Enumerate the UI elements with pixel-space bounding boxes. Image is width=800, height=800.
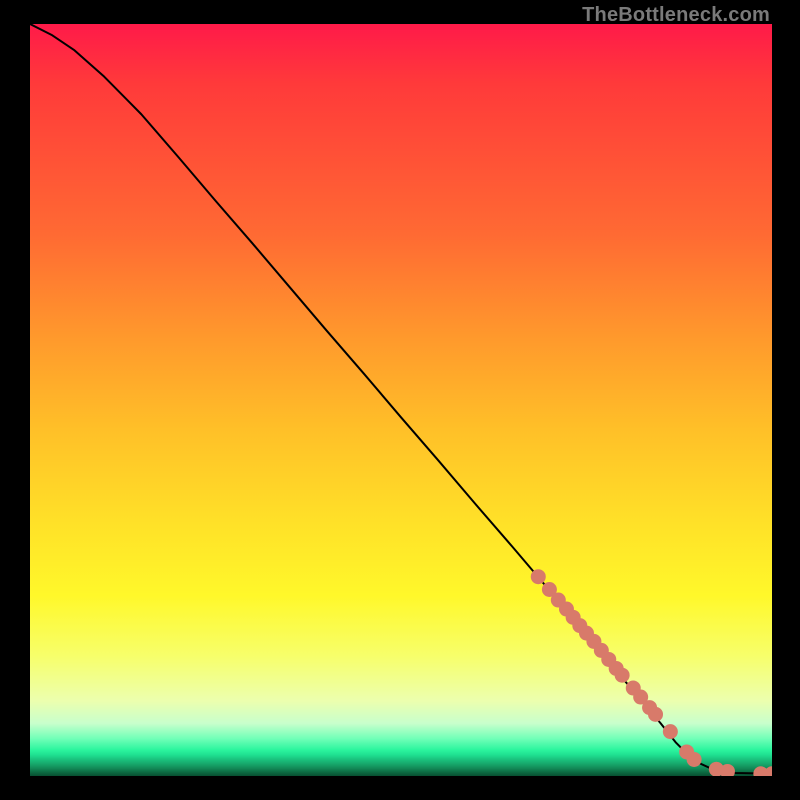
chart-svg xyxy=(30,24,772,776)
plot-area xyxy=(30,24,772,776)
scatter-dots xyxy=(531,569,772,776)
curve-line xyxy=(30,24,772,774)
chart-frame: TheBottleneck.com xyxy=(0,0,800,800)
